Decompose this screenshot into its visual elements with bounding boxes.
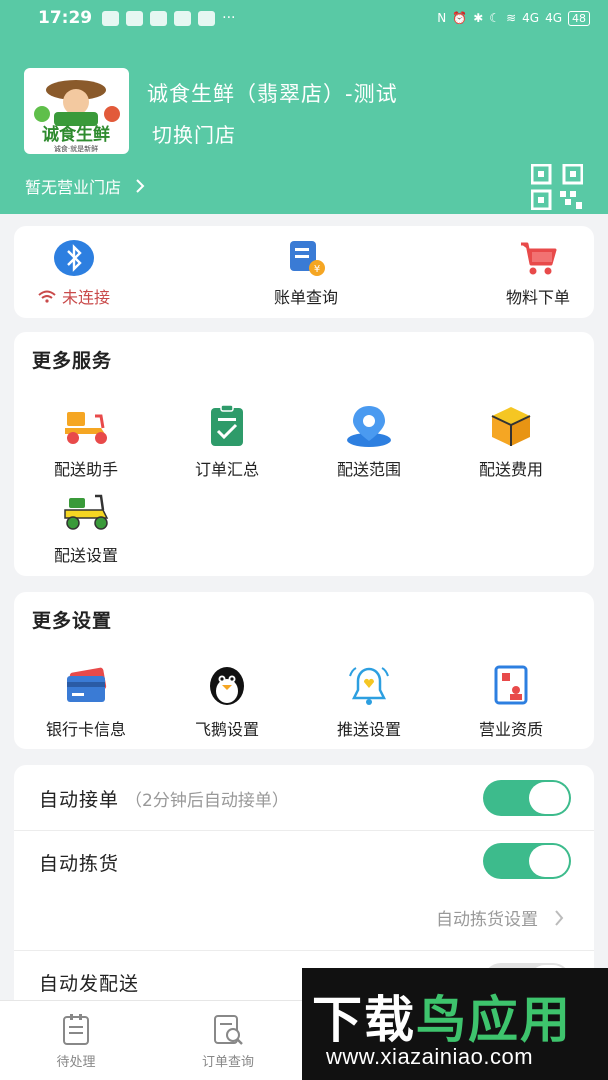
system-icons: N ⏰ ✱ ☾ ≋ 4G 4G 48 — [437, 10, 590, 26]
store-header: 诚食生鲜 诚食·就是新鲜 诚食生鲜（翡翠店）-测试 切换门店 暂无营业门店 — [0, 36, 608, 214]
business-license-button[interactable]: 营业资质 — [451, 664, 571, 740]
more-settings-card: 更多设置 银行卡信息 飞鹅设置 推送设置 营业资质 — [14, 592, 594, 749]
bank-card-icon — [67, 667, 107, 702]
tab-order-search-label: 订单查询 — [201, 1055, 254, 1070]
bluetooth-connect-button[interactable]: 未连接 — [14, 238, 134, 308]
order-summary-label: 订单汇总 — [194, 460, 259, 479]
watermark-banner: 下载鸟应用 www.xiazainiao.com — [302, 968, 608, 1080]
watermark-title-part2: 鸟应用 — [416, 991, 572, 1049]
svg-text:¥: ¥ — [314, 264, 320, 275]
auto-accept-hint: （2分钟后自动接单） — [125, 791, 289, 811]
tab-order-search[interactable]: 订单查询 — [178, 1013, 278, 1070]
services-title: 更多服务 — [32, 350, 113, 372]
delivery-range-label: 配送范围 — [336, 460, 401, 479]
status-bar: 17:29 ··· N ⏰ ✱ ☾ ≋ 4G 4G 48 — [0, 0, 608, 36]
logo-slogan: 诚食·就是新鲜 — [54, 144, 98, 153]
auto-accept-text: 自动接单 — [39, 789, 120, 811]
wifi-disconnected-icon — [38, 290, 56, 303]
store-name: 诚食生鲜（翡翠店）-测试 — [147, 82, 398, 106]
business-license-label: 营业资质 — [478, 720, 543, 739]
order-search-icon — [214, 1015, 243, 1045]
switch-store-button[interactable]: 切换门店 — [152, 119, 236, 148]
material-order-label: 物料下单 — [505, 288, 570, 307]
auto-pick-settings-link[interactable]: 自动拣货设置 — [436, 905, 564, 930]
notification-icons: ··· — [102, 10, 235, 26]
delivery-assistant-label: 配送助手 — [53, 460, 118, 479]
nfc-icon: N — [437, 11, 447, 25]
auto-pick-row: 自动拣货 自动拣货设置 — [14, 831, 594, 951]
signal-1-icon: 4G — [522, 11, 540, 25]
logo-title: 诚食生鲜 — [42, 124, 110, 145]
delivery-settings-button[interactable]: 配送设置 — [26, 490, 146, 566]
delivery-scooter-icon — [65, 412, 107, 444]
pending-list-icon — [63, 1014, 89, 1045]
globe-notification-icon — [150, 10, 168, 26]
auto-dispatch-label: 自动发配送 — [39, 973, 140, 995]
delivery-range-button[interactable]: 配送范围 — [309, 404, 429, 480]
app2-notification-icon — [198, 10, 216, 26]
penguin-icon — [210, 667, 244, 705]
watermark-title-part1: 下载 — [312, 991, 416, 1049]
bluetooth-status-label: 未连接 — [61, 288, 110, 307]
material-order-button[interactable]: 物料下单 — [478, 238, 598, 308]
tab-pending-label: 待处理 — [56, 1055, 96, 1070]
chevron-right-icon — [555, 909, 564, 926]
no-open-store-label: 暂无营业门店 — [25, 178, 122, 197]
auto-accept-row: 自动接单 （2分钟后自动接单） — [14, 765, 594, 831]
quick-actions-card: 未连接 ¥ 账单查询 物料下单 — [14, 226, 594, 318]
delivery-fee-label: 配送费用 — [478, 460, 543, 479]
moon-icon: ☾ — [489, 11, 501, 25]
switch-knob — [529, 782, 569, 814]
feie-settings-button[interactable]: 飞鹅设置 — [167, 664, 287, 740]
store-logo: 诚食生鲜 诚食·就是新鲜 — [24, 68, 129, 154]
no-open-store-link[interactable]: 暂无营业门店 — [25, 174, 145, 198]
wifi-icon: ≋ — [506, 11, 517, 25]
bluetooth-status-icon: ✱ — [473, 11, 484, 25]
scooter-settings-icon — [64, 494, 109, 530]
qr-code-icon[interactable] — [531, 164, 583, 210]
auto-pick-switch[interactable] — [483, 843, 571, 879]
signal-2-icon: 4G — [545, 11, 562, 25]
auto-pick-settings-label: 自动拣货设置 — [436, 910, 538, 930]
push-settings-label: 推送设置 — [336, 720, 401, 739]
box-icon — [491, 407, 531, 446]
delivery-assistant-button[interactable]: 配送助手 — [26, 404, 146, 480]
push-settings-button[interactable]: 推送设置 — [309, 664, 429, 740]
more-services-card: 更多服务 配送助手 订单汇总 配送范围 配送费用 配送设置 — [14, 332, 594, 576]
clipboard-check-icon — [211, 404, 243, 446]
auto-pick-label: 自动拣货 — [39, 853, 120, 875]
status-time: 17:29 — [38, 8, 93, 28]
delivery-settings-label: 配送设置 — [53, 546, 118, 565]
location-pin-icon — [347, 406, 391, 447]
auto-accept-switch[interactable] — [483, 780, 571, 816]
bank-card-button[interactable]: 银行卡信息 — [26, 664, 146, 740]
order-summary-button[interactable]: 订单汇总 — [167, 404, 287, 480]
bill-query-button[interactable]: ¥ 账单查询 — [246, 238, 366, 308]
watermark-title: 下载鸟应用 — [312, 980, 572, 1052]
heart-notification-icon — [174, 10, 192, 26]
bill-query-label: 账单查询 — [273, 288, 338, 307]
battery-icon: 48 — [568, 10, 590, 26]
alarm-icon: ⏰ — [452, 11, 468, 25]
chevron-right-icon — [136, 179, 145, 193]
license-icon — [494, 665, 528, 705]
delivery-fee-button[interactable]: 配送费用 — [451, 404, 571, 480]
more-notifications-icon: ··· — [222, 10, 236, 26]
watermark-url: www.xiazainiao.com — [326, 1044, 534, 1069]
tab-pending[interactable]: 待处理 — [26, 1013, 126, 1070]
bank-card-label: 银行卡信息 — [45, 720, 126, 739]
bluetooth-icon — [54, 240, 94, 276]
bell-icon — [349, 667, 389, 705]
auto-accept-label: 自动接单 （2分钟后自动接单） — [39, 785, 289, 812]
settings-title: 更多设置 — [32, 610, 113, 632]
cart-icon — [521, 242, 557, 275]
switch-knob — [529, 845, 569, 877]
tv-notification-icon — [126, 10, 144, 26]
bill-icon: ¥ — [290, 241, 325, 276]
app-notification-icon — [102, 10, 120, 26]
feie-settings-label: 飞鹅设置 — [194, 720, 259, 739]
